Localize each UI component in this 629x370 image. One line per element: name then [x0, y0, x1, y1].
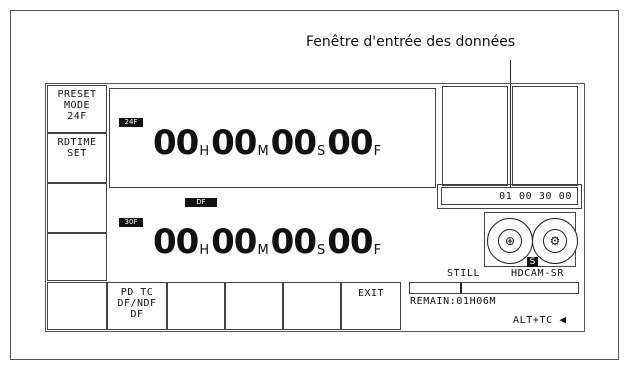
tc-top-frames: 00	[327, 123, 373, 163]
tc-bottom-seconds: 00	[270, 222, 317, 262]
unit-s: S	[316, 144, 326, 159]
preview-window-right	[512, 86, 578, 186]
rdtime-set-line2: SET	[67, 148, 87, 159]
reel-hub: ⊕	[498, 229, 522, 253]
tape-mode-status: STILL	[447, 268, 481, 279]
tc-bottom-hours: 00	[153, 222, 199, 262]
data-entry-window[interactable]: 01 00 30 00	[441, 187, 578, 205]
pd-tc-df-ndf-button[interactable]: PD TC DF/NDF DF	[107, 282, 167, 330]
left-button-3[interactable]	[47, 183, 107, 233]
tape-s-indicator: S	[527, 257, 538, 267]
timecode-top: 00 H 00 M 00 S 00 F	[153, 126, 383, 160]
unit-f: F	[373, 243, 382, 258]
function-key-1[interactable]	[47, 282, 107, 330]
remain-marker	[460, 283, 462, 293]
tc-top-badge: 24F	[119, 118, 143, 127]
tc-bottom-minutes: 00	[211, 222, 257, 262]
tape-format: HDCAM-SR	[511, 268, 564, 279]
alt-tc-text: ALT+TC	[513, 315, 553, 326]
exit-button[interactable]: EXIT	[341, 282, 401, 330]
remain-progress-bar	[409, 282, 579, 294]
left-button-4[interactable]	[47, 233, 107, 281]
data-entry-callout-label: Fenêtre d'entrée des données	[306, 34, 516, 50]
unit-m: M	[257, 243, 269, 258]
pd-tc-line3: DF	[130, 309, 144, 320]
timecode-bottom: 00 H 00 M 00 S 00 F	[153, 225, 383, 259]
exit-label: EXIT	[357, 288, 385, 299]
tc-bottom-frames: 00	[327, 222, 373, 262]
rdtime-set-line1: RDTIME	[57, 137, 97, 148]
pd-tc-line2: DF/NDF	[117, 298, 157, 309]
unit-m: M	[257, 144, 269, 159]
alt-tc-label: ALT+TC ◀	[513, 313, 567, 326]
function-key-5[interactable]	[283, 282, 341, 330]
function-key-3[interactable]	[167, 282, 225, 330]
preset-mode-line1: PRESET	[57, 89, 97, 100]
tc-top-seconds: 00	[270, 123, 317, 163]
pd-tc-line1: PD TC	[120, 287, 154, 298]
preset-mode-line3: 24F	[67, 111, 87, 122]
tc-top-minutes: 00	[211, 123, 257, 163]
preset-mode-line2: MODE	[63, 100, 91, 111]
rdtime-set-button[interactable]: RDTIME SET	[47, 133, 107, 183]
preset-mode-button[interactable]: PRESET MODE 24F	[47, 85, 107, 133]
tc-top-hours: 00	[153, 123, 199, 163]
reel-gear-icon: ⚙	[532, 218, 578, 264]
data-entry-value: 01 00 30 00	[499, 191, 572, 202]
reel-hub: ⚙	[543, 229, 567, 253]
unit-h: H	[199, 144, 210, 159]
function-key-4[interactable]	[225, 282, 283, 330]
remain-label: REMAIN:01H06M	[410, 296, 497, 307]
preview-window-left	[442, 86, 508, 186]
arrow-left-icon: ◀	[559, 313, 567, 326]
unit-s: S	[316, 243, 326, 258]
unit-f: F	[373, 144, 382, 159]
unit-h: H	[199, 243, 210, 258]
tc-bottom-badge: 30F	[119, 218, 143, 227]
df-badge: DF	[185, 198, 217, 207]
